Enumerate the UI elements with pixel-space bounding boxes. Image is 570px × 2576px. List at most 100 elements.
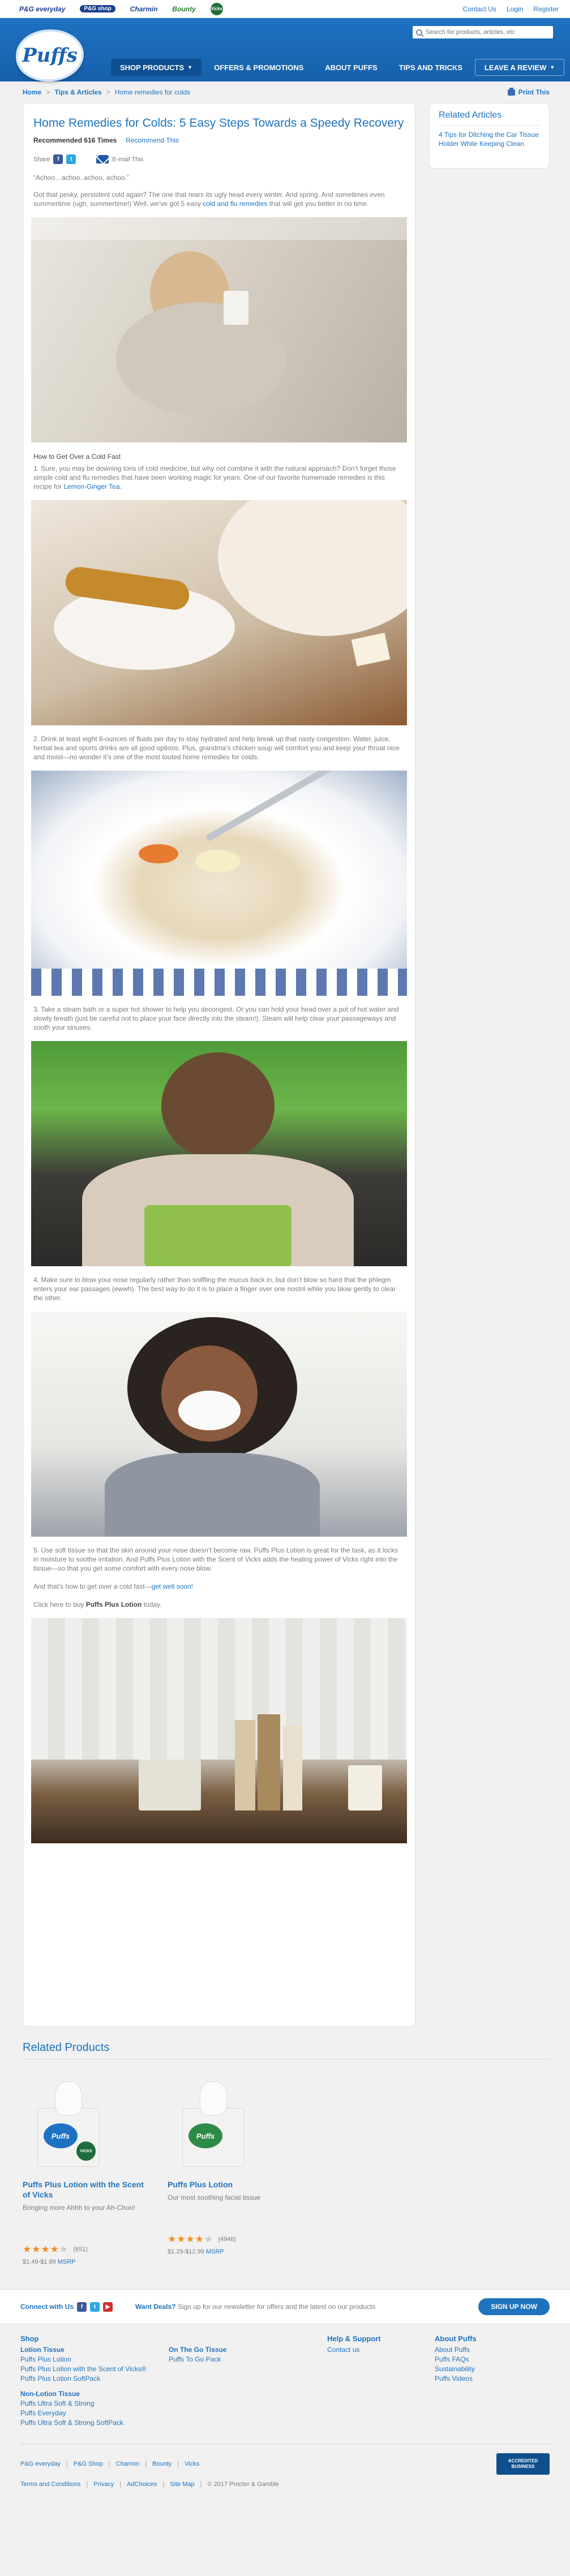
nav-tips-tricks[interactable]: Tips and Tricks (390, 59, 472, 76)
search-box[interactable] (413, 26, 553, 38)
footer-link[interactable]: Puffs Plus Lotion (20, 2355, 169, 2364)
login-link[interactable]: Login (507, 5, 523, 13)
product-card[interactable]: Puffs Puffs Plus Lotion Our most soothin… (168, 2073, 292, 2265)
footer-brand-link[interactable]: P&G Shop (74, 2461, 103, 2467)
step-1-end: . (119, 483, 122, 491)
footer-link[interactable]: Contact us (327, 2345, 435, 2355)
footer-lotion-heading[interactable]: Lotion Tissue (20, 2345, 169, 2355)
puffs-logo[interactable]: Puffs (16, 29, 84, 81)
nav-about-puffs[interactable]: About Puffs (316, 59, 386, 76)
footer-link[interactable]: Puffs To Go Pack (169, 2355, 327, 2364)
footer-brand-link[interactable]: Charmin (116, 2461, 140, 2467)
footer-shop-heading: Shop (20, 2334, 39, 2343)
get-well-soon-link[interactable]: get well soon! (152, 1582, 193, 1590)
footer-brand-link[interactable]: Vicks (185, 2461, 199, 2467)
related-article-link[interactable]: 4 Tips for Ditching the Car Tissue Holde… (439, 130, 540, 148)
msrp-link[interactable]: MSRP (206, 2248, 224, 2255)
footer-brand-link[interactable]: P&G everyday (20, 2461, 61, 2467)
book-shape (283, 1726, 302, 1810)
tissue-puff (200, 2082, 227, 2115)
footer-help-heading: Help & Support (327, 2334, 381, 2343)
product-image[interactable]: Puffs (172, 2073, 257, 2175)
product-card[interactable]: Puffs VICKS Puffs Plus Lotion with the S… (23, 2073, 147, 2265)
register-link[interactable]: Register (533, 5, 559, 13)
search-icon[interactable] (416, 29, 422, 36)
cold-flu-remedies-link[interactable]: cold and flu remedies (203, 200, 267, 208)
product-list: Puffs VICKS Puffs Plus Lotion with the S… (23, 2073, 550, 2265)
product-price: $1.49-$1.99 MSRP (23, 2259, 147, 2265)
charmin-logo[interactable]: Charmin (130, 5, 158, 13)
vicks-logo[interactable]: Vicks (210, 2, 223, 15)
youtube-icon[interactable]: ▶ (103, 2302, 113, 2312)
pg-shop-logo[interactable]: P&G shop (80, 5, 115, 12)
product-name[interactable]: Puffs Plus Lotion with the Scent of Vick… (23, 2179, 147, 2200)
nav-review-label: Leave a Review (484, 63, 547, 72)
nav-offers-promotions[interactable]: Offers & Promotions (205, 59, 312, 76)
legal-links: Terms and Conditions | Privacy | AdChoices… (20, 2481, 550, 2488)
honey-dipper-image (31, 500, 407, 725)
facebook-icon[interactable]: f (77, 2302, 87, 2312)
email-this-button[interactable]: E-mail This (96, 155, 143, 164)
footer-go-heading[interactable]: On The Go Tissue (169, 2345, 327, 2355)
footer-brand-link[interactable]: Bounty (152, 2461, 172, 2467)
footer-link[interactable]: Puffs Videos (435, 2374, 542, 2384)
footer-link[interactable]: Puffs Ultra Soft & Strong SoftPack (20, 2418, 169, 2428)
bbb-accredited-badge[interactable]: ACCREDITED BUSINESS (496, 2453, 550, 2475)
breadcrumb-home[interactable]: Home (23, 88, 41, 96)
puffs-box-logo: Puffs (44, 2123, 78, 2148)
footer-link[interactable]: About Puffs (435, 2345, 542, 2355)
related-products-heading: Related Products (23, 2041, 550, 2059)
footer-link[interactable]: Puffs Ultra Soft & Strong (20, 2399, 169, 2409)
chevron-down-icon: ▼ (550, 64, 555, 70)
brand-links: P&G everyday P&G shop Charmin Bounty Vic… (19, 2, 223, 15)
footer-nonlotion-heading[interactable]: Non-Lotion Tissue (20, 2389, 169, 2399)
breadcrumb-separator: > (46, 88, 50, 96)
review-count[interactable]: (4946) (218, 2236, 236, 2243)
bounty-logo[interactable]: Bounty (172, 5, 195, 13)
product-name[interactable]: Puffs Plus Lotion (168, 2179, 292, 2190)
footer-link[interactable]: Puffs Plus Lotion SoftPack (20, 2374, 169, 2384)
footer-link[interactable]: Puffs FAQs (435, 2355, 542, 2364)
outro-text: And that’s how to get over a cold fast— (33, 1582, 152, 1590)
contact-us-link[interactable]: Contact Us (463, 5, 496, 13)
pg-everyday-logo[interactable]: P&G everyday (19, 5, 65, 13)
recommend-this-link[interactable]: Recommend This (126, 136, 179, 144)
sign-up-button[interactable]: Sign Up Now (478, 2298, 550, 2315)
twitter-icon[interactable]: t (90, 2302, 100, 2312)
lemon-ginger-tea-link[interactable]: Lemon-Ginger Tea (63, 483, 119, 491)
msrp-link[interactable]: MSRP (58, 2259, 76, 2265)
star-rating-icon: ★★★★★ (168, 2234, 214, 2244)
main-content: Home Remedies for Colds: 5 Easy Steps To… (0, 103, 570, 2027)
price-range: $1.49-$1.99 (23, 2259, 56, 2265)
newsletter-copy: Sign up for our newsletter for offers an… (175, 2303, 376, 2311)
want-deals-label: Want Deals? (135, 2303, 176, 2311)
adchoices-link[interactable]: AdChoices (127, 2481, 157, 2488)
terms-link[interactable]: Terms and Conditions (20, 2481, 80, 2488)
nav-shop-products[interactable]: Shop Products ▼ (111, 59, 202, 76)
footer-brands: P&G everyday | P&G Shop | Charmin | Bounty |… (20, 2444, 550, 2475)
footer-shop-column: Shop Lotion Tissue Puffs Plus Lotion Puf… (20, 2334, 169, 2428)
related-products: Related Products Puffs VICKS Puffs Plus … (0, 2041, 570, 2265)
footer-link[interactable]: Puffs Plus Lotion with the Scent of Vick… (20, 2364, 169, 2374)
product-rating: ★★★★★ (4946) (168, 2234, 292, 2245)
site-map-link[interactable]: Site Map (170, 2481, 194, 2488)
review-count[interactable]: (651) (73, 2246, 88, 2253)
puffs-logo-text: Puffs (22, 44, 78, 67)
tissue-box-shape (224, 291, 248, 325)
divider: | (86, 2481, 88, 2488)
twitter-icon[interactable]: t (66, 154, 76, 164)
facebook-icon[interactable]: f (53, 154, 63, 164)
email-label: E-mail This (112, 156, 144, 163)
nav-leave-review[interactable]: Leave a Review ▼ (474, 59, 565, 76)
print-this-button[interactable]: Print This (507, 87, 550, 96)
spoon-shape (205, 771, 355, 842)
search-input[interactable] (426, 29, 545, 36)
product-image[interactable]: Puffs VICKS (27, 2073, 112, 2175)
privacy-link[interactable]: Privacy (93, 2481, 114, 2488)
tissue-puff (55, 2082, 82, 2115)
footer-link[interactable]: Puffs Everyday (20, 2409, 169, 2418)
divider: | (145, 2460, 147, 2467)
footer-link[interactable]: Sustainability (435, 2364, 542, 2374)
breadcrumb-tips-articles[interactable]: Tips & Articles (54, 88, 101, 96)
recommend-count: Recommended 616 Times (33, 136, 117, 144)
